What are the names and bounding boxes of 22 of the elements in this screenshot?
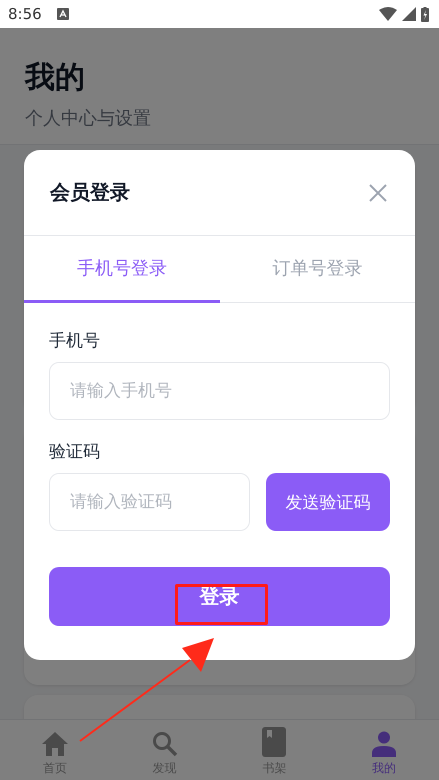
close-icon[interactable] bbox=[368, 182, 388, 202]
tab[interactable]: 订单号登录 bbox=[220, 236, 415, 303]
person-icon bbox=[372, 731, 396, 757]
page-subtitle: 个人中心与设置 bbox=[25, 107, 152, 130]
page-title: 我的 bbox=[25, 59, 86, 97]
battery-icon bbox=[421, 6, 429, 22]
wifi-icon bbox=[379, 7, 397, 21]
book-icon bbox=[262, 727, 286, 757]
dialog-title: 会员登录 bbox=[50, 179, 130, 206]
input-field[interactable]: 请输入手机号 bbox=[49, 362, 390, 420]
notification-icon bbox=[56, 8, 69, 20]
house-icon bbox=[40, 731, 69, 757]
signal-icon bbox=[402, 7, 416, 21]
tab[interactable]: 手机号登录 bbox=[24, 236, 220, 303]
login-button[interactable]: 登录 bbox=[49, 567, 390, 626]
input-field[interactable]: 请输入验证码 bbox=[49, 473, 250, 531]
field-label: 手机号 bbox=[49, 330, 101, 352]
nav-tab[interactable]: 我的 bbox=[329, 720, 439, 780]
field-label: 验证码 bbox=[49, 441, 101, 463]
send-code-button[interactable]: 发送验证码 bbox=[266, 473, 390, 531]
search-icon bbox=[152, 731, 178, 757]
status-time: 8:56 bbox=[8, 5, 42, 23]
